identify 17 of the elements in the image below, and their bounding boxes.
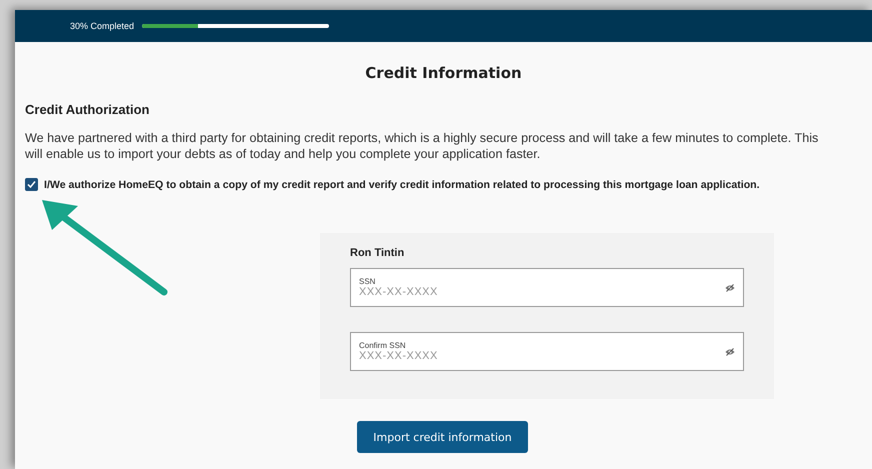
- ssn-input[interactable]: XXX-XX-XXXX: [359, 286, 559, 298]
- intro-text: We have partnered with a third party for obtaining credit reports, which is a highly secure process and will take a few minutes to complete. This: [25, 130, 820, 146]
- hidden-eye-icon[interactable]: [725, 348, 735, 356]
- progress-label: 30% Completed: [70, 21, 134, 31]
- field-label: Confirm SSN: [359, 341, 407, 350]
- page-title: Credit Information: [364, 64, 523, 82]
- field-label: SSN: [359, 277, 376, 286]
- section-title: Credit Authorization: [25, 102, 150, 117]
- hidden-eye-icon[interactable]: [725, 284, 735, 292]
- ssn-field[interactable]: SSN XXX-XX-XXXX: [350, 268, 744, 307]
- authorization-checkbox[interactable]: [25, 178, 38, 191]
- import-button[interactable]: Import credit information: [357, 421, 528, 453]
- ssn-field[interactable]: Confirm SSN XXX-XX-XXXX: [350, 332, 744, 371]
- borrower-name: Ron Tintin: [350, 247, 406, 259]
- ssn-input[interactable]: XXX-XX-XXXX: [359, 350, 559, 362]
- intro-text: will enable us to import your debts as of today and help you complete your application faster.: [25, 146, 542, 162]
- authorization-label: I/We authorize HomeEQ to obtain a copy of my credit report and verify credit information related to processing this mortgage loan application.: [44, 178, 760, 190]
